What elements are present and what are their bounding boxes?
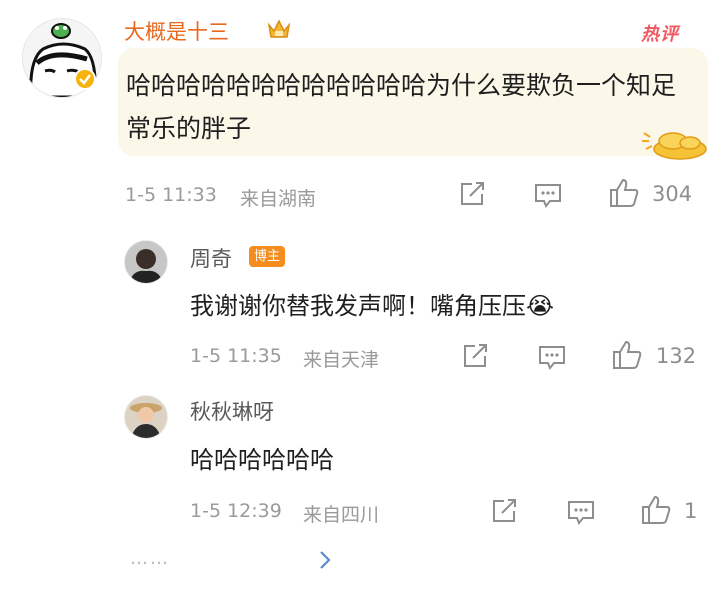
reply-location: 来自四川 [303,504,380,526]
like-count: 304 [652,182,693,206]
reply-username[interactable]: 周奇 [190,243,232,273]
coin-decoration-icon [640,125,710,165]
reply-date: 1-5 11:35 [190,345,282,367]
comment-date: 1-5 11:33 [125,184,217,206]
reply-location: 来自天津 [303,349,380,371]
reply-avatar-icon [125,241,167,283]
like-icon[interactable] [640,495,672,529]
reply-avatar-icon [125,396,167,438]
comment-icon[interactable] [537,344,567,374]
share-icon[interactable] [459,181,487,211]
like-count: 132 [656,344,697,368]
username[interactable]: 大概是十三 [124,16,229,46]
reply-username[interactable]: 秋秋琳呀 [190,396,274,426]
more-dots: …… [130,548,170,569]
like-icon[interactable] [611,340,643,374]
reply-text: 哈哈哈哈哈哈 [190,446,334,474]
comment-location: 来自湖南 [240,188,317,210]
reply-text: 我谢谢你替我发声啊！嘴角压压😭 [190,292,555,320]
hot-comment-badge: 热评 [641,24,679,45]
comment-icon[interactable] [566,499,596,529]
like-count: 1 [684,499,698,523]
blogger-badge: 博主 [249,246,286,267]
share-icon[interactable] [491,498,519,528]
comment-icon[interactable] [533,182,563,212]
reply-date: 1-5 12:39 [190,500,282,522]
verified-icon [74,68,96,90]
comment-text: 哈哈哈哈哈哈哈哈哈哈哈哈为什么要欺负一个知足常乐的胖子 [126,71,677,143]
crown-icon [266,17,292,45]
avatar[interactable] [124,240,168,284]
avatar[interactable] [124,395,168,439]
chevron-right-icon[interactable] [318,550,332,574]
share-icon[interactable] [462,343,490,373]
like-icon[interactable] [608,178,640,212]
